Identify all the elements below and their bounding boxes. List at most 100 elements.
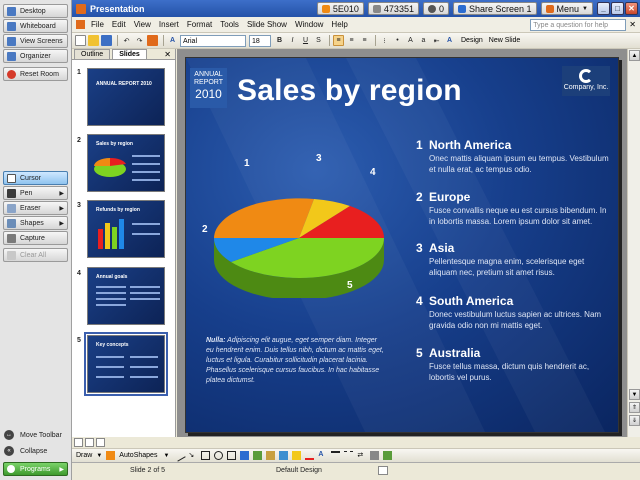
rectangle-icon[interactable]	[201, 451, 211, 460]
slide-thumbnail-2[interactable]: Sales by region	[87, 134, 165, 192]
organizer-button[interactable]: Organizer	[3, 49, 68, 63]
align-right-icon[interactable]: ≡	[359, 35, 370, 46]
share-screen-button[interactable]: Share Screen 1	[452, 2, 537, 15]
slide-thumbnail-4[interactable]: Annual goals	[87, 267, 165, 325]
maximize-button[interactable]: □	[611, 2, 624, 15]
fill-color-icon[interactable]	[292, 451, 302, 460]
arrow-style-icon[interactable]: ⇄	[357, 451, 366, 460]
menu-edit[interactable]: Edit	[112, 20, 126, 29]
draw-menu[interactable]: Draw	[76, 452, 92, 459]
close-icon[interactable]: ✕	[164, 50, 171, 59]
programs-button[interactable]: Programs ▶	[3, 462, 68, 476]
shadow-icon[interactable]: S	[313, 35, 324, 46]
line-style-icon[interactable]	[331, 451, 341, 460]
underline-icon[interactable]: U	[300, 35, 311, 46]
italic-icon[interactable]: I	[287, 35, 298, 46]
save-icon[interactable]	[101, 35, 112, 46]
arrow-icon[interactable]: ↘	[188, 451, 197, 460]
slide-title[interactable]: Sales by region	[237, 74, 462, 108]
scroll-down-icon[interactable]: ▼	[629, 389, 640, 400]
font-size-select[interactable]: 18	[249, 34, 271, 47]
menu-view[interactable]: View	[134, 20, 151, 29]
slide-canvas[interactable]: ANNUAL REPORT 2010 Sales by region Compa…	[185, 57, 619, 433]
menu-slide-show[interactable]: Slide Show	[247, 20, 287, 29]
undo-icon[interactable]: ↶	[121, 35, 132, 46]
pen-tool-button[interactable]: Pen ▶	[3, 186, 68, 200]
region-title: Europe	[429, 190, 471, 204]
desktop-button[interactable]: Desktop	[3, 4, 68, 18]
line-icon[interactable]	[173, 449, 187, 462]
slide-thumbnail-3[interactable]: Refunds by region	[87, 200, 165, 258]
select-objects-icon[interactable]	[106, 451, 116, 460]
open-icon[interactable]	[88, 35, 99, 46]
diagram-icon[interactable]	[253, 451, 263, 460]
shadow-style-icon[interactable]	[370, 451, 380, 460]
slide-thumbnail-5[interactable]: Key concepts	[84, 332, 168, 396]
footnote-text[interactable]: Nulla: Adipiscing elit augue, eget sempe…	[206, 336, 386, 386]
tab-slides[interactable]: Slides	[112, 49, 147, 59]
clipart-icon[interactable]	[266, 451, 276, 460]
grow-font-icon[interactable]: A	[405, 35, 416, 46]
slide-thumbnail-1[interactable]: ANNUAL REPORT 2010	[87, 68, 165, 126]
menu-window[interactable]: Window	[295, 20, 323, 29]
session-id-badge[interactable]: 5E010	[316, 2, 364, 15]
cursor-tool-button[interactable]: Cursor	[3, 171, 68, 185]
bold-icon[interactable]: B	[274, 35, 285, 46]
decrease-indent-icon[interactable]: ⇤	[431, 35, 442, 46]
menu-help[interactable]: Help	[331, 20, 347, 29]
bullets-icon[interactable]: •	[392, 35, 403, 46]
previous-slide-icon[interactable]: ⇑	[629, 402, 640, 413]
session-code-badge[interactable]: 473351	[367, 2, 419, 15]
minimize-button[interactable]: _	[597, 2, 610, 15]
menu-file[interactable]: File	[91, 20, 104, 29]
picture-icon[interactable]	[279, 451, 289, 460]
menu-format[interactable]: Format	[187, 20, 212, 29]
menu-bar: File Edit View Insert Format Tools Slide…	[72, 17, 640, 33]
redo-icon[interactable]: ↷	[134, 35, 145, 46]
font-color-icon[interactable]: A	[318, 451, 327, 460]
shapes-tool-button[interactable]: Shapes ▶	[3, 216, 68, 230]
eraser-tool-button[interactable]: Eraser ▶	[3, 201, 68, 215]
font-color-icon[interactable]: A	[444, 35, 455, 46]
menu-insert[interactable]: Insert	[159, 20, 179, 29]
close-button[interactable]: ✕	[625, 2, 638, 15]
vertical-scrollbar[interactable]: ▲ ▼ ⇑ ⇓	[627, 49, 640, 437]
shrink-font-icon[interactable]: a	[418, 35, 429, 46]
collapse-button[interactable]: « Collapse	[4, 446, 47, 456]
whiteboard-button[interactable]: Whiteboard	[3, 19, 68, 33]
participants-badge[interactable]: 0	[422, 2, 449, 15]
next-slide-icon[interactable]: ⇓	[629, 415, 640, 426]
move-toolbar-button[interactable]: ↔ Move Toolbar	[4, 430, 62, 440]
spelling-icon[interactable]	[378, 466, 388, 475]
view-screens-button[interactable]: View Screens	[3, 34, 68, 48]
reset-room-button[interactable]: Reset Room	[3, 67, 68, 81]
autoshapes-menu[interactable]: AutoShapes	[119, 452, 157, 459]
capture-tool-button[interactable]: Capture	[3, 231, 68, 245]
line-color-icon[interactable]	[305, 451, 315, 460]
normal-view-icon[interactable]	[74, 438, 83, 447]
scroll-up-icon[interactable]: ▲	[629, 50, 640, 61]
pie-chart[interactable]	[212, 158, 412, 298]
menu-tools[interactable]: Tools	[220, 20, 239, 29]
new-slide-button[interactable]: New Slide	[489, 37, 521, 44]
align-left-icon[interactable]: ≡	[333, 35, 344, 46]
align-center-icon[interactable]: ≡	[346, 35, 357, 46]
font-name-select[interactable]: Arial	[180, 34, 246, 47]
wordart-icon[interactable]	[240, 451, 250, 460]
chart-icon[interactable]	[147, 35, 158, 46]
numbering-icon[interactable]: ⁝	[379, 35, 390, 46]
3d-style-icon[interactable]	[383, 451, 393, 460]
close-doc-icon[interactable]: ✕	[629, 20, 636, 29]
oval-icon[interactable]	[214, 451, 224, 460]
menu-button[interactable]: Menu ▼	[540, 2, 593, 15]
dash-style-icon[interactable]	[344, 451, 354, 460]
tab-outline[interactable]: Outline	[74, 49, 111, 59]
font-color-a-icon[interactable]: A	[167, 35, 178, 46]
help-search-input[interactable]: Type a question for help	[530, 18, 627, 31]
new-icon[interactable]	[75, 35, 86, 46]
slideshow-view-icon[interactable]	[96, 438, 105, 447]
sorter-view-icon[interactable]	[85, 438, 94, 447]
textbox-icon[interactable]	[227, 451, 237, 460]
design-button[interactable]: Design	[461, 37, 483, 44]
clear-all-button[interactable]: Clear All	[3, 248, 68, 262]
